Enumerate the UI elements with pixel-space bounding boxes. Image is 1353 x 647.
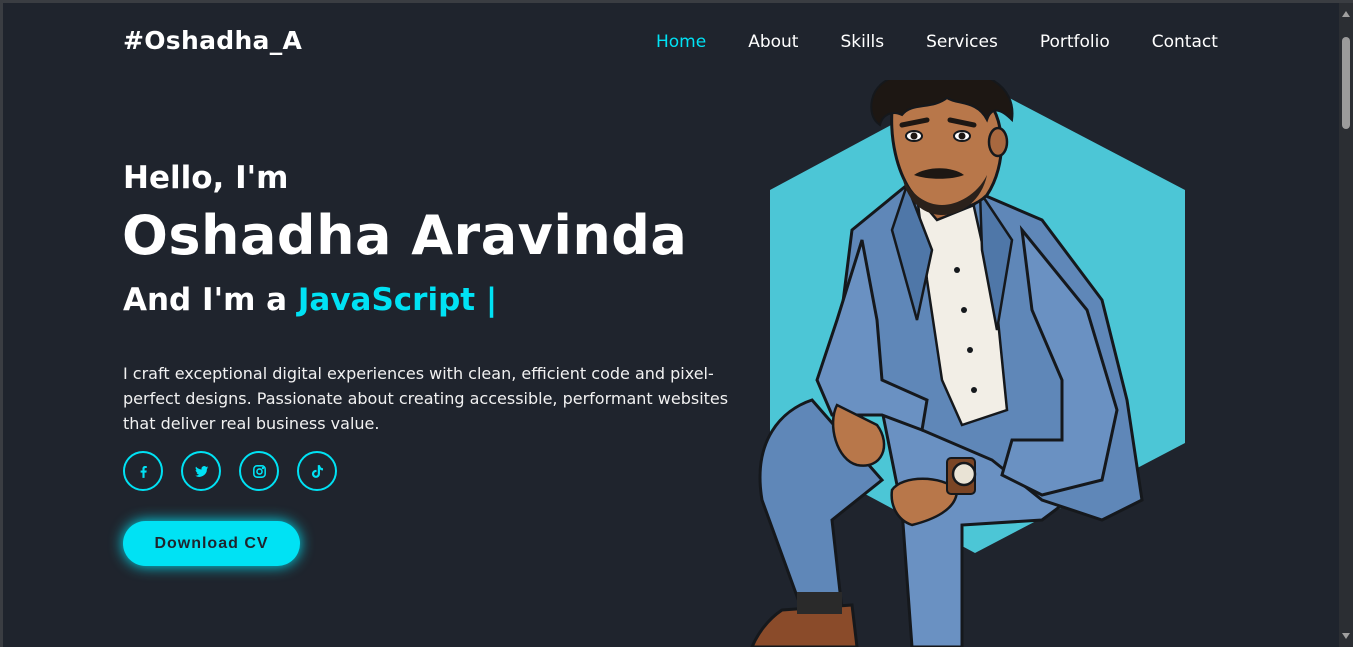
nav-about-link[interactable]: About [748, 32, 798, 52]
hero-greeting: Hello, I'm [123, 160, 289, 196]
ear [987, 126, 1009, 158]
facebook-link[interactable] [123, 451, 163, 491]
scroll-up-arrow-icon[interactable] [1342, 11, 1350, 17]
twitter-icon [194, 465, 208, 477]
facebook-icon [140, 465, 147, 478]
watch-face [951, 461, 977, 487]
role-typed-text: JavaScript | [297, 282, 498, 318]
download-cv-button[interactable]: Download CV [123, 521, 300, 566]
tiktok-link[interactable] [297, 451, 337, 491]
main-nav: Home About Skills Services Portfolio Con… [656, 32, 1218, 52]
role-prefix: And I'm a [123, 282, 298, 318]
nav-portfolio-link[interactable]: Portfolio [1040, 32, 1110, 52]
hero-name: Oshadha Aravinda [122, 204, 688, 267]
scroll-down-arrow-icon[interactable] [1342, 633, 1350, 639]
tiktok-icon [311, 464, 323, 478]
nav-services-link[interactable]: Services [926, 32, 998, 52]
hero-role: And I'm a JavaScript | [123, 282, 497, 318]
nav-skills-link[interactable]: Skills [840, 32, 884, 52]
page-scrollbar[interactable] [1339, 3, 1353, 647]
sock [797, 592, 842, 614]
hero-bio: I craft exceptional digital experiences … [123, 364, 729, 433]
nav-home-link[interactable]: Home [656, 32, 706, 52]
scroll-thumb[interactable] [1342, 37, 1350, 129]
hero-portrait-illustration [750, 80, 1185, 647]
twitter-link[interactable] [181, 451, 221, 491]
social-links [123, 451, 355, 491]
nav-contact-link[interactable]: Contact [1152, 32, 1218, 52]
site-logo[interactable]: #Oshadha_A [123, 26, 302, 55]
instagram-link[interactable] [239, 451, 279, 491]
instagram-icon [252, 464, 266, 478]
